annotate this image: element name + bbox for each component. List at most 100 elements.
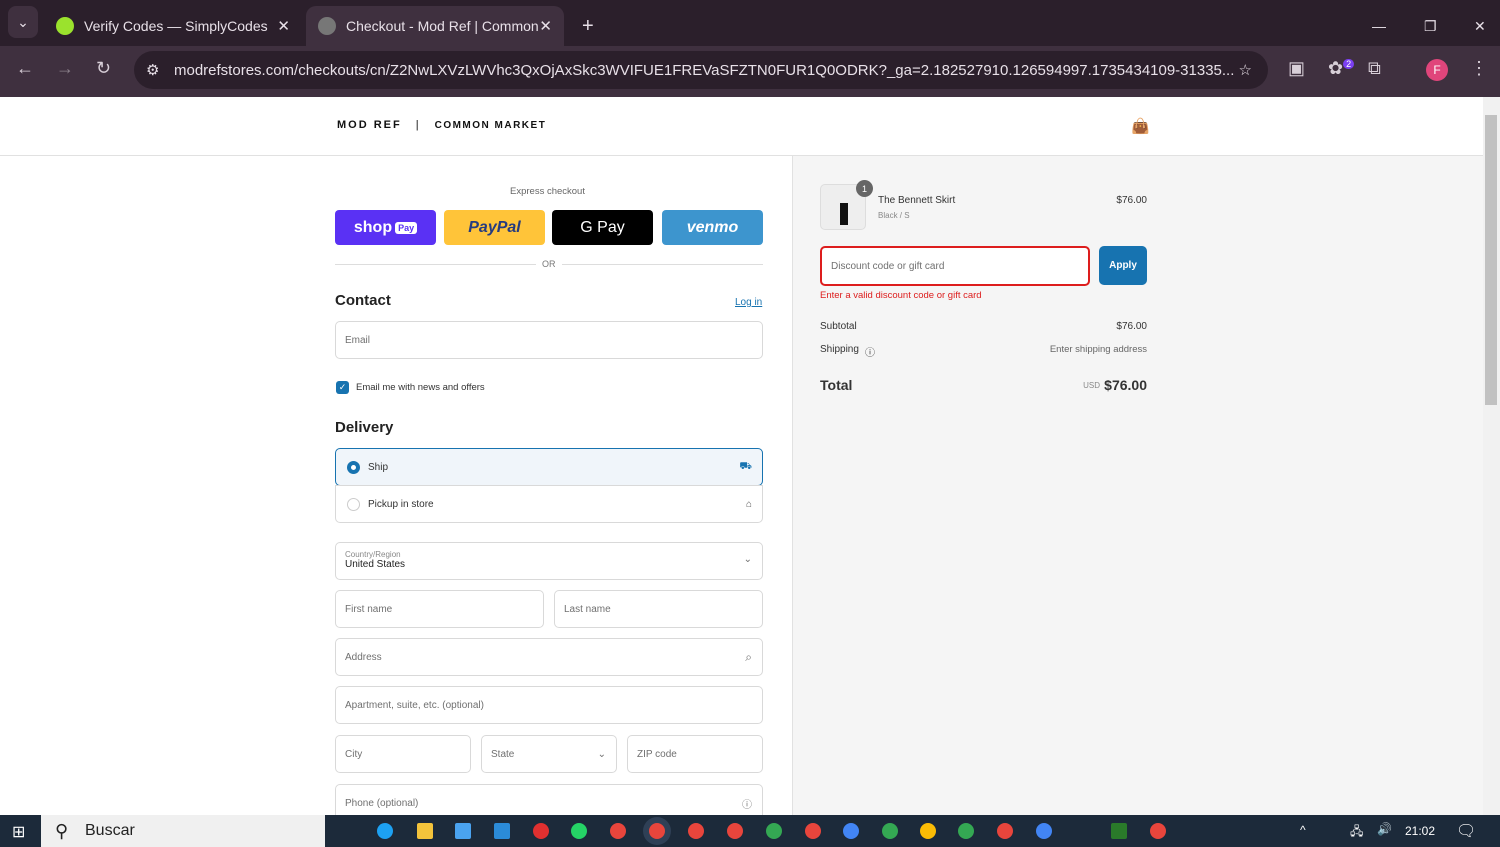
- tab-bar: ⌄ Verify Codes — SimplyCodes ✕ Checkout -…: [0, 0, 1500, 46]
- tab-title: Checkout - Mod Ref | Common: [346, 18, 539, 34]
- search-icon: ⚲: [55, 820, 69, 841]
- city-input[interactable]: City: [335, 735, 471, 773]
- phone-input[interactable]: Phone (optional) ⓘ: [335, 784, 763, 815]
- google-pay-button[interactable]: G Pay: [552, 210, 653, 245]
- ship-option[interactable]: Ship ⛟: [335, 448, 763, 486]
- total-label: Total: [820, 377, 853, 393]
- discount-error: Enter a valid discount code or gift card: [820, 290, 982, 301]
- or-label: OR: [536, 259, 562, 269]
- back-icon[interactable]: ←: [16, 58, 34, 79]
- last-name-input[interactable]: Last name: [554, 590, 763, 628]
- globe-icon: [318, 17, 336, 35]
- email-input[interactable]: Email: [335, 321, 763, 359]
- store-logo[interactable]: MOD REF | COMMON MARKET: [337, 119, 546, 131]
- edge-icon[interactable]: [377, 823, 393, 839]
- site-info-icon[interactable]: ⚙: [146, 61, 159, 79]
- url-text: modrefstores.com/checkouts/cn/Z2NwLXVzLW…: [174, 61, 1235, 79]
- address-bar[interactable]: ⚙ modrefstores.com/checkouts/cn/Z2NwLXVzL…: [134, 51, 1268, 89]
- zip-input[interactable]: ZIP code: [627, 735, 763, 773]
- chrome-icon[interactable]: [805, 823, 821, 839]
- contact-heading: Contact: [335, 292, 391, 309]
- chrome-icon[interactable]: [997, 823, 1013, 839]
- quantity-badge: 1: [856, 180, 873, 197]
- chrome-icon[interactable]: [688, 823, 704, 839]
- taskbar: ⊞ ⚲ Buscar ^ 🖧 🔊 21:02 🗨: [0, 815, 1500, 847]
- store-icon[interactable]: [455, 823, 471, 839]
- store-header: MOD REF | COMMON MARKET 👜: [0, 97, 1483, 156]
- app-icon[interactable]: [533, 823, 549, 839]
- chrome-icon[interactable]: [1150, 823, 1166, 839]
- search-icon: ⌕: [745, 649, 752, 664]
- subtotal-label: Subtotal: [820, 321, 857, 332]
- chrome-icon[interactable]: [1036, 823, 1052, 839]
- checkout-page: MOD REF | COMMON MARKET 👜 1 The Bennett Sk…: [0, 97, 1483, 815]
- notification-icon[interactable]: 🗨: [1456, 821, 1476, 841]
- chevron-down-icon: ⌄: [597, 748, 606, 760]
- shop-pay-button[interactable]: shop Pay: [335, 210, 436, 245]
- shipping-value: Enter shipping address: [1049, 344, 1147, 355]
- scrollbar-thumb[interactable]: [1485, 115, 1497, 405]
- extension-icon[interactable]: ✿ 2: [1328, 58, 1355, 79]
- truck-icon: ⛟: [739, 460, 752, 472]
- close-tab-icon[interactable]: ✕: [277, 17, 290, 35]
- reload-icon[interactable]: ↻: [96, 58, 111, 79]
- address-input[interactable]: Address ⌕: [335, 638, 763, 676]
- venmo-button[interactable]: venmo: [662, 210, 763, 245]
- chrome-icon[interactable]: [610, 823, 626, 839]
- windows-start-icon[interactable]: ⊞: [12, 822, 25, 842]
- clock[interactable]: 21:02: [1405, 824, 1435, 838]
- tab-search-button[interactable]: ⌄: [8, 6, 38, 38]
- chevron-down-icon: ⌄: [743, 554, 752, 565]
- taskbar-search[interactable]: ⚲ Buscar: [41, 815, 325, 847]
- tab-checkout[interactable]: Checkout - Mod Ref | Common ✕: [306, 6, 564, 46]
- extensions-puzzle-icon[interactable]: ⧉: [1368, 58, 1381, 79]
- profile-avatar[interactable]: F: [1426, 59, 1448, 81]
- minimize-button[interactable]: —: [1360, 6, 1398, 46]
- paypal-button[interactable]: PayPal: [444, 210, 545, 245]
- item-name: The Bennett Skirt: [878, 195, 956, 206]
- apartment-input[interactable]: Apartment, suite, etc. (optional): [335, 686, 763, 724]
- bookmark-star-icon[interactable]: ☆: [1239, 61, 1252, 79]
- network-icon[interactable]: 🖧: [1350, 822, 1363, 843]
- help-icon[interactable]: ⓘ: [742, 796, 752, 811]
- help-icon[interactable]: ⓘ: [865, 344, 875, 359]
- radio-selected[interactable]: [347, 460, 360, 474]
- cart-bag-icon[interactable]: 👜: [1131, 117, 1150, 135]
- radio-unselected[interactable]: [347, 497, 360, 511]
- item-price: $76.00: [1116, 195, 1147, 206]
- chrome-icon[interactable]: [649, 823, 665, 839]
- login-link[interactable]: Log in: [735, 297, 762, 308]
- extension-icon[interactable]: ▣: [1288, 58, 1305, 79]
- apply-button[interactable]: Apply: [1099, 246, 1147, 285]
- new-tab-button[interactable]: +: [570, 6, 606, 46]
- tab-simplycodes[interactable]: Verify Codes — SimplyCodes ✕: [44, 6, 302, 46]
- menu-icon[interactable]: ⋮: [1470, 58, 1488, 79]
- country-select[interactable]: Country/Region United States ⌄: [335, 542, 763, 580]
- state-select[interactable]: State ⌄: [481, 735, 617, 773]
- tray-chevron-icon[interactable]: ^: [1300, 823, 1306, 837]
- app-icon[interactable]: [1111, 823, 1127, 839]
- chrome-icon[interactable]: [958, 823, 974, 839]
- forward-icon[interactable]: →: [56, 58, 74, 79]
- chrome-icon[interactable]: [882, 823, 898, 839]
- first-name-input[interactable]: First name: [335, 590, 544, 628]
- volume-icon[interactable]: 🔊: [1377, 822, 1392, 836]
- whatsapp-icon[interactable]: [571, 823, 587, 839]
- mail-icon[interactable]: [494, 823, 510, 839]
- close-tab-icon[interactable]: ✕: [539, 17, 552, 35]
- shipping-label: Shipping: [820, 344, 859, 355]
- pickup-option[interactable]: Pickup in store ⌂: [335, 485, 763, 523]
- delivery-heading: Delivery: [335, 419, 394, 436]
- discount-input[interactable]: Discount code or gift card: [820, 246, 1090, 286]
- scrollbar[interactable]: [1483, 97, 1500, 815]
- chrome-icon[interactable]: [843, 823, 859, 839]
- express-checkout-label: Express checkout: [510, 186, 585, 197]
- restore-button[interactable]: ❐: [1412, 6, 1449, 46]
- newsletter-checkbox[interactable]: ✓: [336, 381, 349, 394]
- file-explorer-icon[interactable]: [417, 823, 433, 839]
- chrome-icon[interactable]: [920, 823, 936, 839]
- close-window-button[interactable]: ✕: [1462, 6, 1498, 46]
- chrome-icon[interactable]: [766, 823, 782, 839]
- chrome-icon[interactable]: [727, 823, 743, 839]
- store-icon: ⌂: [745, 498, 752, 510]
